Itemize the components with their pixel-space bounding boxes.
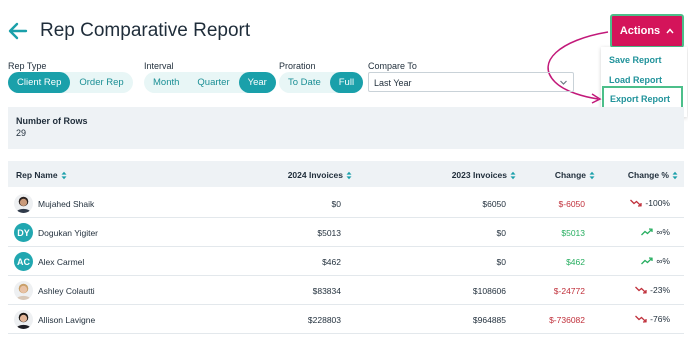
cell-2023-invoices: $0 (496, 257, 506, 267)
table-row[interactable]: Mujahed Shaik $0 $6050 $-6050 -100% (8, 189, 684, 218)
trend-up-icon (641, 228, 654, 236)
interval-option-year[interactable]: Year (238, 72, 276, 93)
column-header-label: 2024 Invoices (287, 170, 343, 180)
avatar (14, 281, 33, 300)
sort-icon (61, 171, 67, 179)
interval-option-month[interactable]: Month (144, 72, 188, 93)
rep-type-label: Rep Type (8, 61, 47, 71)
change-percent-value: ∞% (656, 256, 670, 266)
rep-type-toggle: Client Rep Order Rep (8, 72, 133, 93)
cell-change: $462 (566, 257, 585, 267)
chevron-down-icon (560, 80, 567, 85)
page-header: Rep Comparative Report (8, 14, 250, 48)
cell-2023-invoices: $0 (496, 228, 506, 238)
trend-up-icon (641, 257, 654, 265)
rep-name: Allison Lavigne (38, 315, 96, 325)
table-header: Rep Name 2024 Invoices 2023 Invoices Cha… (8, 161, 684, 187)
back-arrow-icon[interactable] (8, 21, 28, 41)
avatar-photo (14, 194, 33, 213)
change-percent-value: -23% (650, 285, 670, 295)
cell-change-percent: -23% (635, 285, 670, 295)
column-header-2023-invoices[interactable]: 2023 Invoices (452, 170, 516, 180)
cell-2024-invoices: $462 (322, 257, 341, 267)
avatar-photo (14, 310, 33, 329)
menu-item-save-report[interactable]: Save Report (609, 55, 662, 65)
actions-button[interactable]: Actions (610, 14, 684, 48)
avatar-photo (14, 281, 33, 300)
column-header-2024-invoices[interactable]: 2024 Invoices (288, 170, 352, 180)
rep-name: Dogukan Yigiter (38, 228, 99, 238)
cell-2024-invoices: $83834 (312, 286, 341, 296)
sort-icon (589, 171, 595, 179)
cell-change-percent: ∞% (641, 256, 670, 266)
interval-toggle: Month Quarter Year (144, 72, 276, 93)
number-of-rows-label: Number of Rows (16, 116, 88, 126)
sort-icon (510, 171, 516, 179)
cell-2023-invoices: $964885 (472, 315, 506, 325)
cell-2024-invoices: $5013 (317, 228, 341, 238)
rep-name: Ashley Colautti (38, 286, 95, 296)
change-percent-value: -76% (650, 314, 670, 324)
column-header-label: Change (554, 170, 586, 180)
cell-2024-invoices: $228803 (307, 315, 341, 325)
column-header-label: Rep Name (16, 170, 58, 180)
actions-button-label: Actions (619, 25, 661, 37)
cell-change: $5013 (561, 228, 585, 238)
trend-down-icon (630, 199, 643, 207)
page-title: Rep Comparative Report (40, 20, 251, 41)
cell-change: $-24772 (553, 286, 585, 296)
table-row[interactable]: AC Alex Carmel $462 $0 $462 ∞% (8, 247, 684, 276)
compare-to-value: Last Year (374, 78, 412, 88)
interval-option-quarter[interactable]: Quarter (188, 72, 238, 93)
avatar (14, 310, 33, 329)
cell-change-percent: ∞% (641, 227, 670, 237)
cell-change: $-6050 (558, 199, 585, 209)
trend-down-icon (635, 286, 647, 294)
cell-2024-invoices: $0 (331, 199, 341, 209)
compare-to-label: Compare To (368, 61, 417, 71)
interval-label: Interval (144, 61, 174, 71)
trend-down-icon (635, 315, 647, 323)
column-header-label: 2023 Invoices (451, 170, 507, 180)
sort-icon (346, 171, 352, 179)
rep-name: Mujahed Shaik (38, 199, 95, 209)
rep-type-option-order-rep[interactable]: Order Rep (70, 72, 132, 93)
avatar (14, 194, 33, 213)
menu-item-load-report[interactable]: Load Report (609, 75, 662, 85)
cell-2023-invoices: $6050 (482, 199, 506, 209)
table-row[interactable]: Allison Lavigne $228803 $964885 $-736082 -76… (8, 305, 684, 334)
number-of-rows-value: 29 (16, 128, 27, 138)
compare-to-select[interactable]: Last Year (368, 72, 574, 92)
proration-toggle: To Date Full (279, 72, 364, 93)
chevron-up-icon (666, 28, 674, 34)
proration-option-full[interactable]: Full (329, 72, 364, 93)
rep-name: Alex Carmel (38, 257, 85, 267)
sort-icon (672, 171, 678, 179)
cell-2023-invoices: $108606 (472, 286, 506, 296)
column-header-rep-name[interactable]: Rep Name (16, 170, 67, 180)
cell-change-percent: -76% (635, 314, 670, 324)
change-percent-value: ∞% (656, 227, 670, 237)
proration-label: Proration (279, 61, 316, 71)
avatar: DY (14, 223, 33, 242)
summary-panel: Number of Rows 29 (8, 107, 684, 149)
cell-change-percent: -100% (630, 198, 670, 208)
change-percent-value: -100% (645, 198, 670, 208)
cell-change: $-736082 (549, 315, 585, 325)
proration-option-to-date[interactable]: To Date (279, 72, 330, 93)
rep-type-option-client-rep[interactable]: Client Rep (8, 72, 71, 93)
table-row[interactable]: DY Dogukan Yigiter $5013 $0 $5013 ∞% (8, 218, 684, 247)
column-header-label: Change % (627, 170, 669, 180)
column-header-change[interactable]: Change (555, 170, 595, 180)
avatar: AC (14, 252, 33, 271)
table-row[interactable]: Ashley Colautti $83834 $108606 $-24772 -23% (8, 276, 684, 305)
column-header-change-percent[interactable]: Change % (628, 170, 678, 180)
